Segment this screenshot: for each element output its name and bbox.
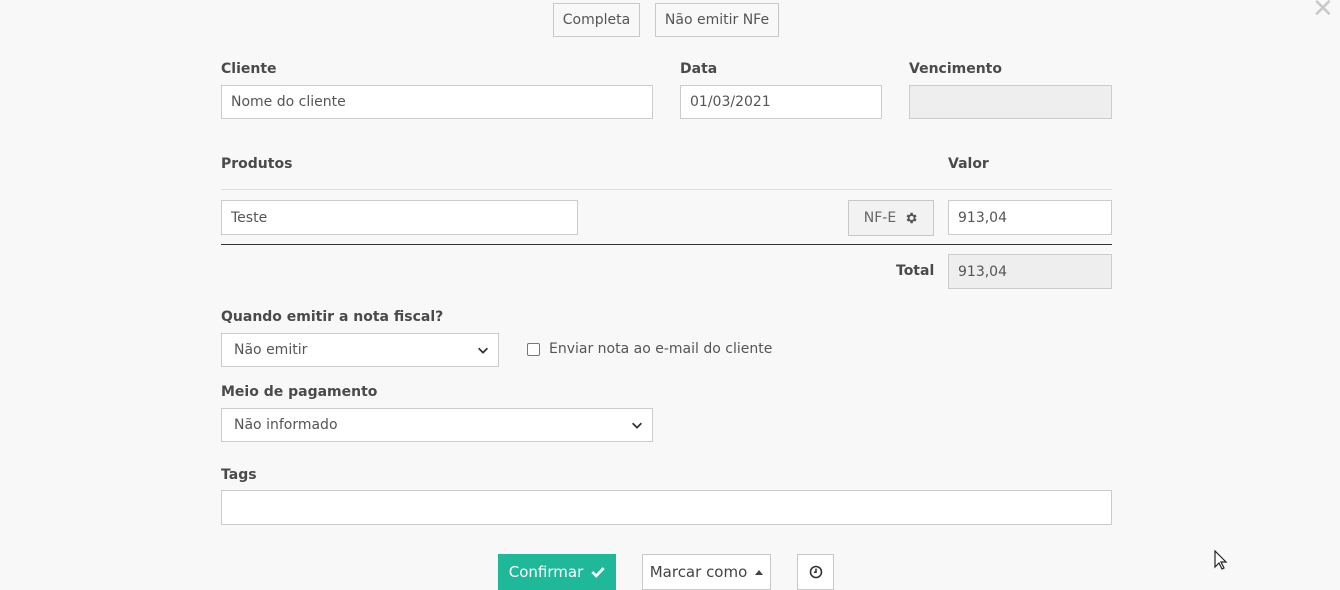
total-input: 913,04 bbox=[948, 254, 1112, 289]
marcar-como-button[interactable]: Marcar como bbox=[642, 554, 771, 590]
confirmar-label: Confirmar bbox=[508, 563, 584, 581]
email-checkbox[interactable] bbox=[527, 342, 540, 356]
tags-input[interactable] bbox=[221, 490, 1112, 525]
clock-icon bbox=[809, 565, 822, 579]
nfe-settings-button[interactable]: NF-E bbox=[848, 200, 934, 236]
produtos-bottom-divider bbox=[221, 244, 1112, 245]
nota-fiscal-select[interactable]: Não emitir bbox=[221, 333, 499, 367]
chevron-down-icon bbox=[478, 347, 488, 354]
valor-label: Valor bbox=[948, 156, 989, 172]
produto-name-input[interactable]: Teste bbox=[221, 200, 578, 235]
nota-fiscal-selected: Não emitir bbox=[234, 342, 308, 358]
produtos-label: Produtos bbox=[221, 156, 293, 172]
nota-fiscal-label: Quando emitir a nota fiscal? bbox=[221, 309, 444, 325]
gear-icon bbox=[906, 212, 917, 224]
data-input[interactable]: 01/03/2021 bbox=[680, 85, 882, 119]
confirmar-button[interactable]: Confirmar bbox=[498, 554, 616, 590]
caret-up-icon bbox=[755, 570, 764, 575]
pagamento-select[interactable]: Não informado bbox=[221, 408, 653, 442]
chevron-down-icon bbox=[632, 422, 642, 429]
email-checkbox-row[interactable]: Enviar nota ao e-mail do cliente bbox=[527, 341, 772, 357]
cliente-label: Cliente bbox=[221, 61, 277, 77]
produtos-divider bbox=[221, 189, 1112, 190]
pagamento-selected: Não informado bbox=[234, 417, 338, 433]
check-icon bbox=[591, 567, 605, 578]
close-icon[interactable]: ✕ bbox=[1312, 0, 1334, 22]
vencimento-label: Vencimento bbox=[909, 61, 1002, 77]
nao-emitir-nfe-button[interactable]: Não emitir NFe bbox=[655, 3, 779, 37]
tags-label: Tags bbox=[221, 467, 257, 483]
produto-valor-input[interactable]: 913,04 bbox=[948, 200, 1112, 235]
nfe-label: NF-E bbox=[863, 210, 897, 226]
completa-button[interactable]: Completa bbox=[553, 3, 640, 37]
data-label: Data bbox=[680, 61, 718, 77]
mouse-cursor-icon bbox=[1214, 550, 1228, 570]
total-label: Total bbox=[896, 263, 935, 279]
vencimento-input bbox=[909, 85, 1112, 119]
marcar-como-label: Marcar como bbox=[649, 563, 748, 581]
cliente-input[interactable]: Nome do cliente bbox=[221, 85, 653, 119]
pagamento-label: Meio de pagamento bbox=[221, 384, 378, 400]
schedule-button[interactable] bbox=[797, 554, 834, 590]
email-checkbox-label: Enviar nota ao e-mail do cliente bbox=[549, 341, 773, 357]
